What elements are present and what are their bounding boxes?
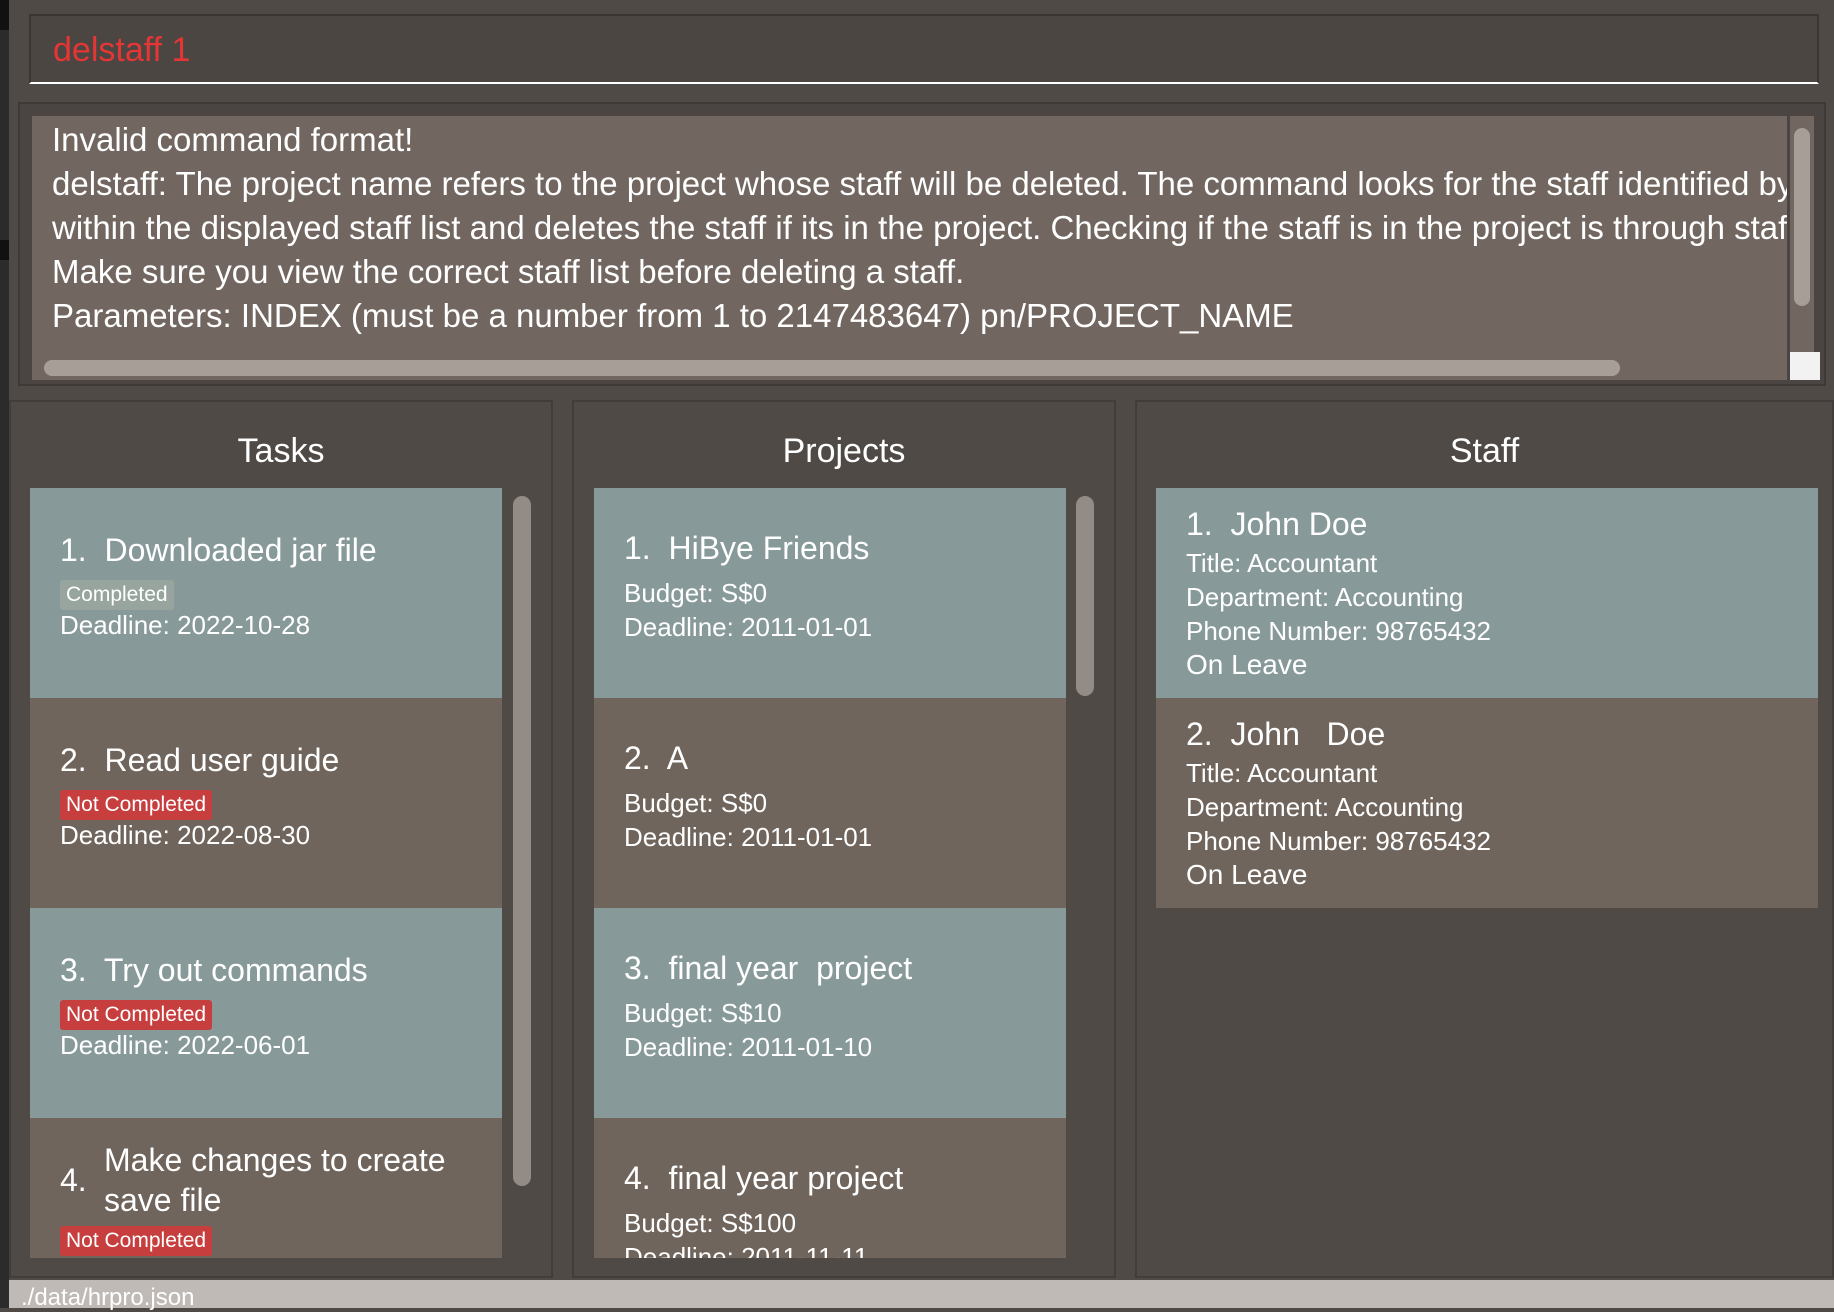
staff-name: John Doe: [1230, 716, 1386, 752]
project-card[interactable]: 3. final year project Budget: S$10 Deadl…: [594, 908, 1066, 1118]
tasks-panel: Tasks 1. Downloaded jar file Completed D…: [9, 400, 553, 1278]
task-index: 1.: [60, 532, 87, 568]
staff-title: 2. John Doe: [1186, 714, 1385, 754]
task-deadline: Deadline: 2022-06-01: [60, 1030, 311, 1060]
task-index: 2.: [60, 742, 87, 778]
project-deadline: Deadline: 2011-01-01: [624, 612, 873, 642]
result-line: within the displayed staff list and dele…: [52, 209, 1787, 246]
task-card[interactable]: 3. Try out commands Not Completed Deadli…: [30, 908, 502, 1118]
task-name: save file: [104, 1182, 222, 1218]
project-card[interactable]: 4. final year project Budget: S$100 Dead…: [594, 1118, 1066, 1258]
staff-index: 1.: [1186, 506, 1213, 542]
task-title: 2. Read user guide: [60, 740, 339, 780]
project-budget: Budget: S$10: [624, 998, 782, 1028]
project-index: 2.: [624, 740, 651, 776]
command-box[interactable]: [29, 14, 1819, 84]
edge-bar: [0, 240, 9, 260]
project-name: final year project: [668, 1160, 904, 1196]
staff-phone: Phone Number: 98765432: [1186, 616, 1492, 646]
result-vertical-scroll-thumb[interactable]: [1794, 128, 1810, 306]
task-name: Downloaded jar file: [104, 532, 377, 568]
staff-card[interactable]: 1. John Doe Title: Accountant Department…: [1156, 488, 1818, 698]
staff-index: 2.: [1186, 716, 1213, 752]
task-card[interactable]: 1. Downloaded jar file Completed Deadlin…: [30, 488, 502, 698]
task-name: Make changes to create: [104, 1142, 446, 1178]
result-horizontal-scroll-thumb[interactable]: [44, 360, 1620, 376]
projects-panel-title: Projects: [782, 432, 906, 470]
task-status-badge: Not Completed: [60, 1226, 213, 1256]
task-card[interactable]: 2. Read user guide Not Completed Deadlin…: [30, 698, 502, 908]
staff-title: 1. John Doe: [1186, 504, 1367, 544]
project-card[interactable]: 2. A Budget: S$0 Deadline: 2011-01-01: [594, 698, 1066, 908]
project-deadline: Deadline: 2011-11-11: [624, 1242, 869, 1258]
project-list[interactable]: 1. HiBye Friends Budget: S$0 Deadline: 2…: [594, 488, 1066, 1258]
staff-department: Department: Accounting: [1186, 792, 1464, 822]
project-title: 3. final year project: [624, 948, 912, 988]
task-status-badge: Not Completed: [60, 1000, 213, 1030]
project-list-scrollbar[interactable]: [1072, 488, 1096, 1258]
task-title: 3. Try out commands: [60, 950, 368, 990]
staff-department: Department: Accounting: [1186, 582, 1464, 612]
task-list-scrollbar[interactable]: [509, 488, 533, 1258]
staff-job-title: Title: Accountant: [1186, 758, 1378, 788]
project-name: A: [666, 740, 689, 776]
task-deadline: Deadline: 2022-10-28: [60, 610, 311, 640]
project-budget: Budget: S$100: [624, 1208, 797, 1238]
project-list-scroll-thumb[interactable]: [1076, 496, 1094, 696]
staff-leave-status: On Leave: [1186, 649, 1308, 680]
project-title: 4. final year project: [624, 1158, 903, 1198]
task-list[interactable]: 1. Downloaded jar file Completed Deadlin…: [30, 488, 502, 1258]
project-budget: Budget: S$0: [624, 788, 768, 818]
task-card[interactable]: 4. Make changes to create save file Not …: [30, 1118, 502, 1258]
result-display: Invalid command format! delstaff: The pr…: [18, 102, 1826, 386]
staff-list[interactable]: 1. John Doe Title: Accountant Department…: [1156, 488, 1818, 1258]
task-title: 1. Downloaded jar file: [60, 530, 377, 570]
result-line: delstaff: The project name refers to the…: [52, 165, 1787, 202]
task-status-badge: Not Completed: [60, 790, 213, 820]
task-index: 3.: [60, 952, 87, 988]
project-index: 1.: [624, 530, 651, 566]
projects-panel: Projects 1. HiBye Friends Budget: S$0 De…: [572, 400, 1116, 1278]
scroll-corner: [1790, 352, 1820, 380]
task-name: Try out commands: [103, 952, 368, 988]
task-status-badge: Completed: [60, 580, 174, 610]
staff-phone: Phone Number: 98765432: [1186, 826, 1492, 856]
command-box-container: [9, 0, 1834, 98]
project-index: 4.: [624, 1160, 651, 1196]
task-name: Read user guide: [104, 742, 340, 778]
staff-job-title: Title: Accountant: [1186, 548, 1378, 578]
project-title: 1. HiBye Friends: [624, 528, 869, 568]
project-title: 2. A: [624, 738, 688, 778]
edge-bar: [0, 0, 9, 30]
staff-panel-title: Staff: [1449, 432, 1520, 470]
staff-name: John Doe: [1230, 506, 1368, 542]
result-line: Parameters: INDEX (must be a number from…: [52, 297, 1294, 334]
result-line: Make sure you view the correct staff lis…: [52, 253, 965, 290]
task-deadline: Deadline: 2022-08-30: [60, 820, 311, 850]
project-card[interactable]: 1. HiBye Friends Budget: S$0 Deadline: 2…: [594, 488, 1066, 698]
task-index: 4.: [60, 1162, 87, 1198]
left-window-edge: [0, 0, 9, 1308]
task-list-scroll-thumb[interactable]: [513, 496, 531, 1186]
project-index: 3.: [624, 950, 651, 986]
project-deadline: Deadline: 2011-01-01: [624, 822, 873, 852]
project-budget: Budget: S$0: [624, 578, 768, 608]
tasks-panel-title: Tasks: [237, 432, 325, 470]
result-line: Invalid command format!: [52, 121, 414, 158]
result-text-area[interactable]: Invalid command format! delstaff: The pr…: [32, 116, 1787, 352]
project-name: final year project: [668, 950, 913, 986]
project-name: HiBye Friends: [668, 530, 870, 566]
project-deadline: Deadline: 2011-01-10: [624, 1032, 873, 1062]
result-horizontal-scrollbar[interactable]: [32, 352, 1787, 380]
status-bar: ./data/hrpro.json: [9, 1280, 1834, 1311]
result-vertical-scrollbar[interactable]: [1790, 116, 1814, 352]
command-input[interactable]: [53, 31, 1753, 70]
staff-card[interactable]: 2. John Doe Title: Accountant Department…: [1156, 698, 1818, 908]
staff-leave-status: On Leave: [1186, 859, 1308, 890]
staff-panel: Staff 1. John Doe Title: Accountant Depa…: [1135, 400, 1834, 1278]
